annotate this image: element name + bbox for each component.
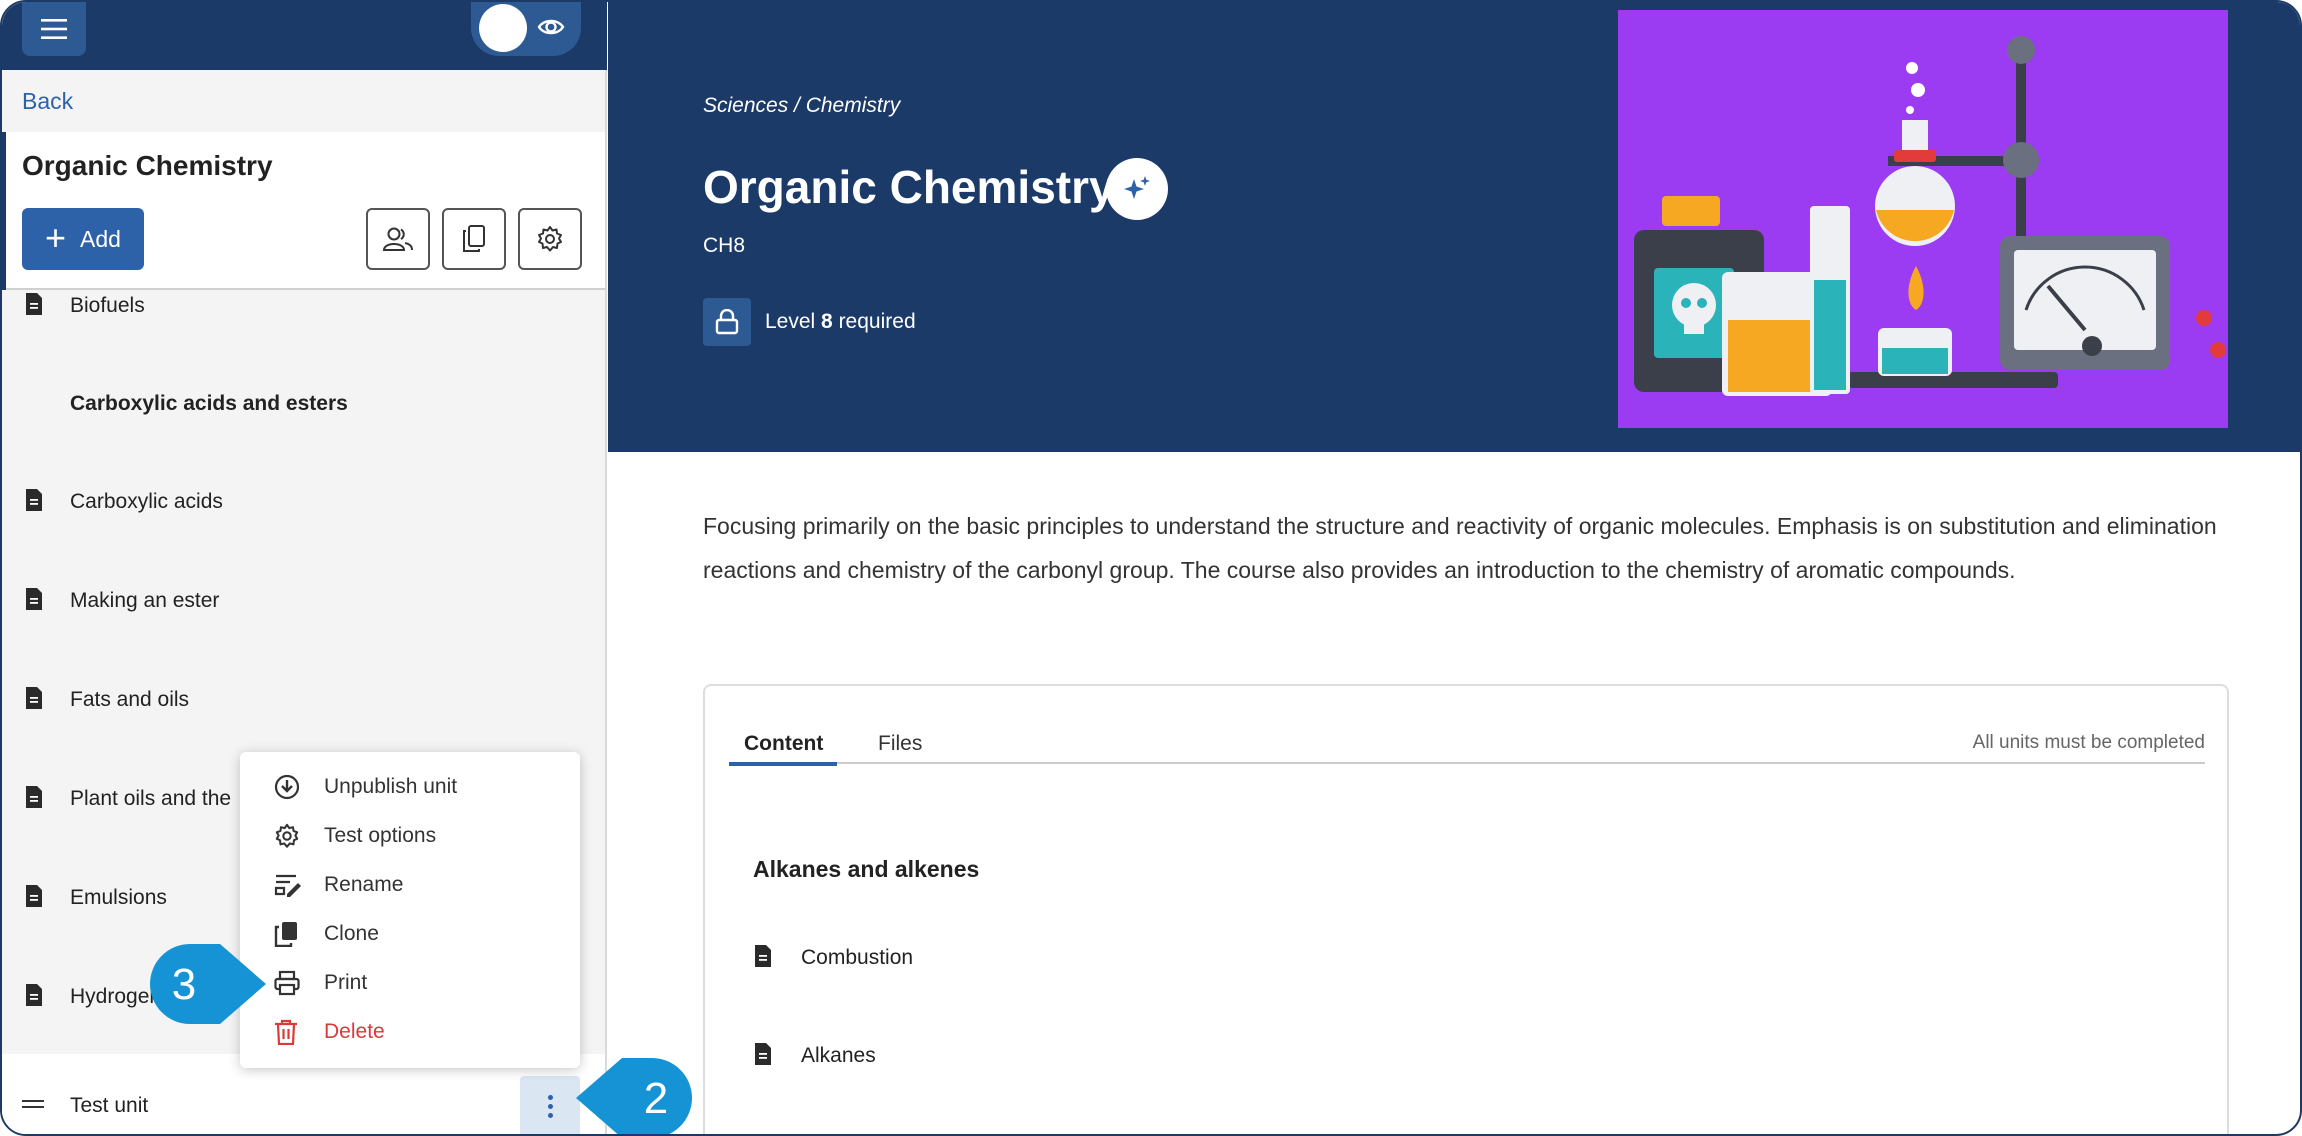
sidebar-item[interactable]: Fats and oils bbox=[2, 680, 605, 720]
menu-item-label: Clone bbox=[324, 922, 379, 945]
rename-icon bbox=[274, 874, 301, 897]
sidebar-item[interactable]: Biofuels bbox=[2, 286, 605, 326]
sidebar-topbar bbox=[2, 2, 607, 70]
menu-item-unpublish[interactable]: Unpublish unit bbox=[240, 762, 580, 810]
plus-icon: + bbox=[45, 216, 67, 258]
unpublish-icon bbox=[274, 774, 300, 800]
preview-toggle[interactable] bbox=[471, 2, 581, 56]
document-icon bbox=[26, 885, 42, 907]
members-button[interactable] bbox=[366, 208, 430, 270]
tab-content[interactable]: Content bbox=[744, 732, 823, 756]
course-code: CH8 bbox=[703, 234, 746, 257]
breadcrumb[interactable]: Sciences / Chemistry bbox=[703, 94, 900, 118]
sidebar-course-header: Organic Chemistry + Add bbox=[2, 132, 605, 290]
level-text: Level 8 required bbox=[765, 310, 916, 334]
hamburger-icon bbox=[41, 19, 67, 39]
sidebar-item-label: Biofuels bbox=[70, 294, 145, 317]
sidebar-course-title: Organic Chemistry bbox=[22, 150, 273, 181]
trash-icon bbox=[275, 1019, 297, 1045]
kebab-dot bbox=[547, 1094, 553, 1100]
menu-item-label: Rename bbox=[324, 873, 404, 896]
copy-button[interactable] bbox=[442, 208, 506, 270]
sidebar-item-label: Carboxylic acids bbox=[70, 490, 223, 513]
section-title: Alkanes and alkenes bbox=[753, 856, 980, 882]
level-requirement: Level 8 required bbox=[703, 298, 916, 346]
course-description: Focusing primarily on the basic principl… bbox=[703, 513, 2217, 583]
kebab-dot bbox=[547, 1103, 553, 1109]
menu-item-label: Print bbox=[324, 971, 368, 994]
sparkle-icon bbox=[1124, 176, 1150, 199]
users-icon bbox=[383, 227, 413, 251]
document-icon bbox=[26, 293, 42, 315]
gear-icon bbox=[275, 823, 299, 848]
document-icon bbox=[26, 984, 42, 1006]
sidebar-section-header[interactable]: Carboxylic acids and esters bbox=[2, 384, 605, 424]
content-item-label: Combustion bbox=[801, 946, 914, 969]
document-icon bbox=[755, 945, 771, 967]
lock-icon bbox=[703, 298, 751, 346]
add-button[interactable]: + Add bbox=[22, 208, 144, 270]
ai-sparkle-button[interactable] bbox=[1106, 158, 1168, 220]
menu-item-test-options[interactable]: Test options bbox=[240, 811, 580, 859]
completion-note: All units must be completed bbox=[1972, 732, 2205, 753]
sidebar-item-label: Plant oils and the bbox=[70, 787, 232, 810]
content-item-label: Alkanes bbox=[801, 1044, 876, 1067]
step-callout-3-number: 3 bbox=[172, 960, 196, 1009]
step-callout-3: 3 bbox=[150, 944, 266, 1024]
sidebar-item-label: Emulsions bbox=[70, 886, 167, 909]
content-tabs: Content Files All units must be complete… bbox=[729, 722, 2205, 766]
sidebar-item[interactable]: Making an ester bbox=[2, 581, 605, 621]
clone-icon bbox=[274, 922, 297, 947]
menu-item-print[interactable]: Print bbox=[240, 958, 580, 1006]
sidebar-item-label: Fats and oils bbox=[70, 688, 190, 711]
drag-handle-icon[interactable] bbox=[22, 1100, 44, 1102]
course-cover-image bbox=[1618, 10, 2228, 428]
step-callout-2: 2 bbox=[576, 1058, 692, 1134]
tab-files[interactable]: Files bbox=[878, 732, 922, 756]
content-card: Content Files All units must be complete… bbox=[703, 684, 2229, 1134]
document-icon bbox=[26, 687, 42, 709]
menu-item-label: Test options bbox=[324, 824, 437, 847]
copy-icon bbox=[463, 225, 485, 252]
menu-item-label: Unpublish unit bbox=[324, 775, 458, 798]
level-suffix: required bbox=[832, 310, 916, 333]
step-callout-2-number: 2 bbox=[644, 1074, 668, 1123]
document-icon bbox=[26, 786, 42, 808]
add-button-label: Add bbox=[80, 225, 121, 252]
page-title: Organic Chemistry bbox=[703, 161, 1115, 213]
document-icon bbox=[26, 588, 42, 610]
back-link[interactable]: Back bbox=[22, 88, 73, 115]
settings-button[interactable] bbox=[518, 208, 582, 270]
menu-item-label: Delete bbox=[324, 1020, 385, 1043]
sidebar-item[interactable]: Carboxylic acids bbox=[2, 482, 605, 522]
active-tab-indicator bbox=[729, 762, 837, 766]
menu-item-delete[interactable]: Delete bbox=[240, 1007, 580, 1055]
menu-item-clone[interactable]: Clone bbox=[240, 909, 580, 957]
document-icon bbox=[755, 1043, 771, 1065]
eye-icon bbox=[537, 19, 565, 35]
toggle-knob bbox=[479, 4, 527, 52]
hamburger-menu-button[interactable] bbox=[22, 2, 86, 56]
unit-context-menu: Unpublish unit Test options Rename Clone bbox=[240, 752, 580, 1068]
menu-item-rename[interactable]: Rename bbox=[240, 860, 580, 908]
sidebar-item-label: Making an ester bbox=[70, 589, 220, 612]
more-options-button[interactable] bbox=[520, 1076, 580, 1134]
sidebar-item-label: Carboxylic acids and esters bbox=[70, 392, 348, 415]
level-number: 8 bbox=[821, 310, 833, 333]
app-window: Back Organic Chemistry + Add Biofuels Ca… bbox=[0, 0, 2302, 1136]
level-prefix: Level bbox=[765, 310, 822, 333]
sidebar-item-label: Test unit bbox=[70, 1094, 149, 1117]
document-icon bbox=[26, 489, 42, 511]
course-hero: Sciences / Chemistry Organic Chemistry C… bbox=[608, 2, 2300, 452]
kebab-dot bbox=[547, 1112, 553, 1118]
print-icon bbox=[274, 970, 300, 996]
gear-icon bbox=[538, 226, 562, 252]
